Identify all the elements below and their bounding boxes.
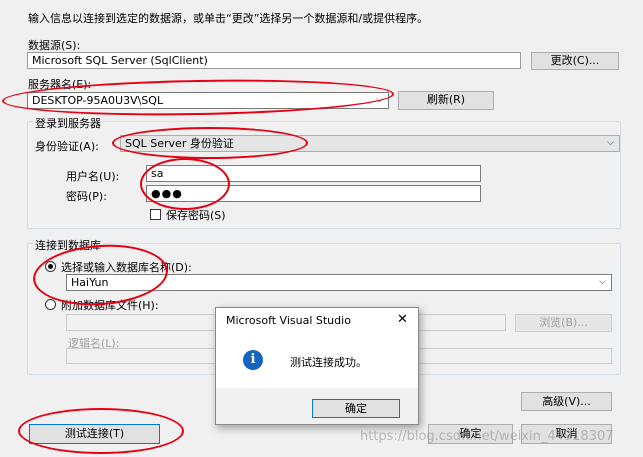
server-value: DESKTOP-95A0U3V\SQL — [32, 94, 164, 107]
dialog-message: 测试连接成功。 — [290, 356, 367, 369]
login-group-label: 登录到服务器 — [33, 115, 103, 131]
dialog-title: Microsoft Visual Studio — [226, 314, 351, 327]
password-input[interactable]: ●●● — [146, 185, 481, 202]
refresh-button[interactable]: 刷新(R) — [398, 91, 494, 110]
password-label: 密码(P): — [66, 190, 107, 203]
info-icon: i — [243, 350, 263, 370]
auth-combobox[interactable]: SQL Server 身份验证 ⌵ — [120, 135, 620, 152]
message-dialog: Microsoft Visual Studio ✕ i 测试连接成功。 确定 — [215, 307, 419, 425]
change-datasource-button[interactable]: 更改(C)... — [531, 52, 619, 70]
attach-database-label: 附加数据库文件(H): — [61, 299, 159, 312]
attach-database-radio[interactable] — [45, 299, 56, 310]
save-password-label: 保存密码(S) — [166, 209, 226, 222]
chevron-down-icon[interactable]: ⌵ — [376, 93, 383, 108]
database-name-combobox[interactable]: HaiYun ⌵ — [66, 274, 612, 291]
username-label: 用户名(U): — [66, 170, 120, 183]
dialog-ok-button[interactable]: 确定 — [312, 399, 400, 418]
chevron-down-icon[interactable]: ⌵ — [599, 275, 606, 290]
select-database-radio[interactable] — [45, 261, 56, 272]
server-combobox[interactable]: DESKTOP-95A0U3V\SQL ⌵ — [27, 92, 389, 109]
datasource-label: 数据源(S): — [28, 39, 81, 52]
datasource-field: Microsoft SQL Server (SqlClient) — [27, 52, 521, 69]
username-input[interactable]: sa — [146, 165, 481, 182]
browse-button: 浏览(B)... — [515, 314, 612, 332]
server-label: 服务器名(E): — [28, 78, 92, 91]
auth-label: 身份验证(A): — [35, 140, 99, 153]
advanced-button[interactable]: 高级(V)... — [521, 392, 612, 411]
test-connection-button[interactable]: 测试连接(T) — [29, 424, 160, 444]
database-group-label: 连接到数据库 — [33, 237, 103, 253]
database-name-value: HaiYun — [71, 276, 109, 289]
instructions-text: 输入信息以连接到选定的数据源，或单击“更改”选择另一个数据源和/或提供程序。 — [28, 12, 429, 25]
auth-value: SQL Server 身份验证 — [125, 137, 234, 150]
save-password-checkbox[interactable] — [150, 209, 161, 220]
close-icon[interactable]: ✕ — [397, 312, 408, 327]
watermark-text: https://blog.csdn.net/weixin_44918307 — [360, 429, 614, 444]
select-database-label: 选择或输入数据库名称(D): — [61, 261, 192, 274]
chevron-down-icon[interactable]: ⌵ — [607, 136, 614, 151]
